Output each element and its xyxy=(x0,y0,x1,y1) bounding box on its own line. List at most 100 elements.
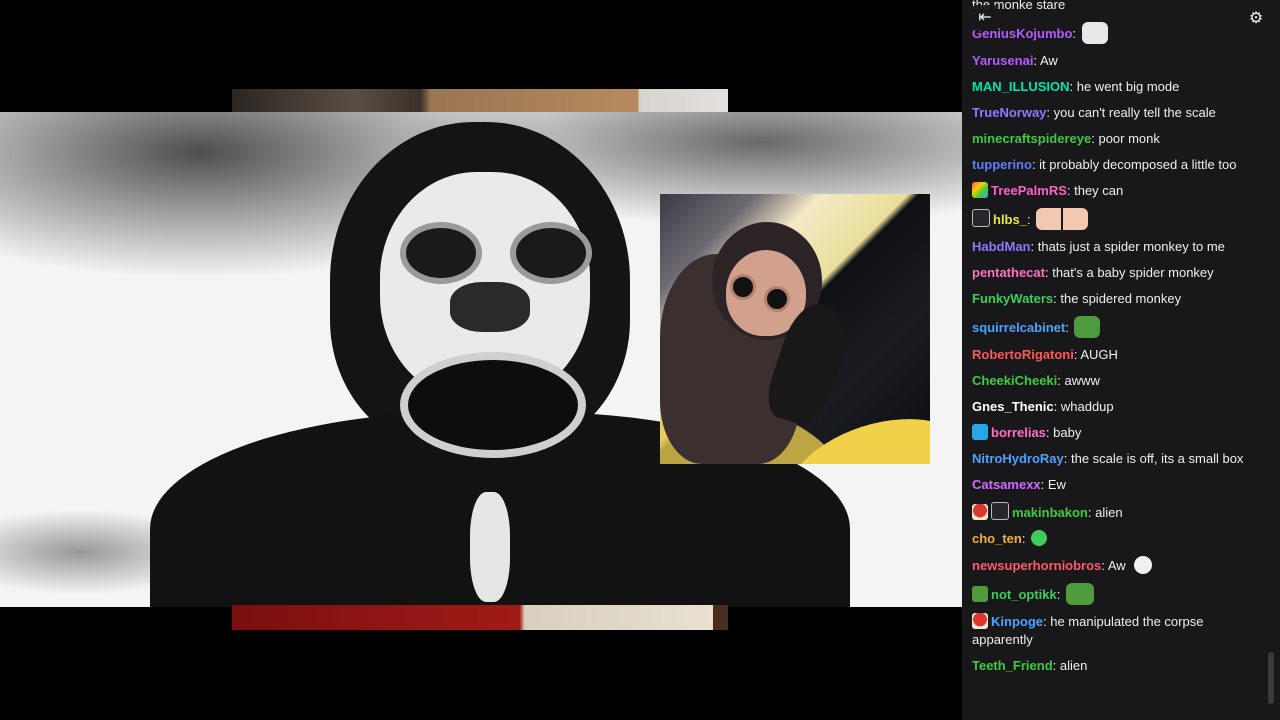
chat-separator: : xyxy=(1026,212,1035,227)
chat-separator: : xyxy=(1072,26,1080,41)
chat-message-text: the scale is off, its a small box xyxy=(1070,451,1244,466)
emote-skull-icon[interactable] xyxy=(1133,556,1152,574)
chat-message: hlbs_: xyxy=(972,204,1254,234)
chat-username[interactable]: pentathecat xyxy=(972,265,1045,280)
chat-username[interactable]: not_optikk xyxy=(991,587,1057,602)
emote-alien-icon[interactable] xyxy=(1031,530,1048,546)
chat-separator: : xyxy=(1063,451,1071,466)
chat-username[interactable]: tupperino xyxy=(972,157,1032,172)
chat-message-text: thats just a spider monkey to me xyxy=(1037,239,1225,254)
chat-username[interactable]: TreePalmRS xyxy=(991,183,1067,198)
chat-separator: : xyxy=(1069,79,1077,94)
chat-message-list[interactable]: the monke stare GeniusKojumbo: Yarusenai… xyxy=(972,0,1254,679)
chat-message: Teeth_Friend: alien xyxy=(972,653,1254,679)
chat-message: HabdMan: thats just a spider monkey to m… xyxy=(972,234,1254,260)
chat-username[interactable]: CheekiCheeki xyxy=(972,373,1057,388)
chat-separator: : xyxy=(1046,105,1054,120)
chat-message: TrueNorway: you can't really tell the sc… xyxy=(972,100,1254,126)
chat-username[interactable]: Yarusenai xyxy=(972,53,1033,68)
gear-icon: ⚙ xyxy=(1248,10,1264,27)
emote-sheep-icon[interactable] xyxy=(1081,22,1108,44)
chat-message-text: you can't really tell the scale xyxy=(1053,105,1216,120)
chat-message-text: alien xyxy=(1059,658,1088,673)
chat-message: GeniusKojumbo: xyxy=(972,18,1254,48)
chat-message-text: they can xyxy=(1074,183,1124,198)
chat-message: Yarusenai: Aw xyxy=(972,48,1254,74)
video-player[interactable] xyxy=(0,0,962,720)
chat-username[interactable]: Kinpoge xyxy=(991,614,1043,629)
chat-settings-button[interactable]: ⚙ xyxy=(1243,6,1269,32)
chat-username[interactable]: TrueNorway xyxy=(972,105,1046,120)
badge-slash-icon[interactable] xyxy=(972,209,990,227)
chat-message-text: baby xyxy=(1053,425,1082,440)
chat-message: tupperino: it probably decomposed a litt… xyxy=(972,152,1254,178)
chat-username[interactable]: borrelias xyxy=(991,425,1046,440)
chat-message: minecraftspidereye: poor monk xyxy=(972,126,1254,152)
collapse-arrow-icon: ⇤ xyxy=(978,9,992,26)
chat-username[interactable]: cho_ten xyxy=(972,531,1022,546)
chat-username[interactable]: makinbakon xyxy=(1012,505,1088,520)
chat-separator: : xyxy=(1087,505,1096,520)
collapse-chat-button[interactable]: ⇤ xyxy=(972,5,998,31)
emote-faces-icon[interactable] xyxy=(1036,208,1089,230)
chat-message: FunkyWaters: the spidered monkey xyxy=(972,286,1254,312)
chat-message: TreePalmRS: they can xyxy=(972,178,1254,204)
chat-separator: : xyxy=(1040,477,1048,492)
chat-scrollbar[interactable] xyxy=(1268,652,1274,704)
chat-message-text: Aw xyxy=(1039,53,1058,68)
chat-username[interactable]: Teeth_Friend xyxy=(972,658,1053,673)
chat-message: CheekiCheeki: awww xyxy=(972,368,1254,394)
baby-monkey-inset-image xyxy=(660,194,930,464)
chat-message-text: awww xyxy=(1064,373,1100,388)
chat-message: newsuperhorniobros: Aw xyxy=(972,552,1254,579)
emote-pepe-icon[interactable] xyxy=(1065,583,1094,605)
emote-pepe-small-icon[interactable] xyxy=(1074,316,1101,338)
chat-message-partial: the monke stare xyxy=(972,0,1254,18)
badge-pepe-icon[interactable] xyxy=(972,586,988,602)
chat-message-text: poor monk xyxy=(1098,131,1160,146)
chat-message-text: whaddup xyxy=(1060,399,1114,414)
chat-message: squirrelcabinet: xyxy=(972,312,1254,342)
chat-message: borrelias: baby xyxy=(972,420,1254,446)
chat-username[interactable]: FunkyWaters xyxy=(972,291,1053,306)
chat-username[interactable]: Catsamexx xyxy=(972,477,1041,492)
chat-message-text: that's a baby spider monkey xyxy=(1052,265,1214,280)
chat-username[interactable]: newsuperhorniobros xyxy=(972,558,1101,573)
chat-message: Gnes_Thenic: whaddup xyxy=(972,394,1254,420)
chat-message: not_optikk: xyxy=(972,579,1254,609)
chat-message: RobertoRigatoni: AUGH xyxy=(972,342,1254,368)
chat-username[interactable]: RobertoRigatoni xyxy=(972,347,1074,362)
chat-username[interactable]: squirrelcabinet xyxy=(972,320,1065,335)
chat-username[interactable]: Gnes_Thenic xyxy=(972,399,1054,414)
chat-separator: : xyxy=(1065,320,1073,335)
chat-message: NitroHydroRay: the scale is off, its a s… xyxy=(972,446,1254,472)
chat-separator: : xyxy=(1056,587,1064,602)
chat-message: Kinpoge: he manipulated the corpse appar… xyxy=(972,609,1254,653)
chat-username[interactable]: minecraftspidereye xyxy=(972,131,1091,146)
chat-message-text: Ew xyxy=(1047,477,1066,492)
chat-message-text: AUGH xyxy=(1080,347,1118,362)
badge-mushroom-icon[interactable] xyxy=(972,504,988,520)
chat-username[interactable]: hlbs_ xyxy=(993,212,1027,227)
chat-username[interactable]: MAN_ILLUSION xyxy=(972,79,1070,94)
badge-crown-icon[interactable] xyxy=(972,424,988,440)
chat-message: cho_ten: xyxy=(972,526,1254,552)
chat-separator: : xyxy=(1021,531,1030,546)
chat-message-text: the spidered monkey xyxy=(1060,291,1182,306)
chat-message-text: he went big mode xyxy=(1076,79,1180,94)
chat-separator: : xyxy=(1052,658,1060,673)
chat-message-text: it probably decomposed a little too xyxy=(1039,157,1237,172)
badge-colorful-icon[interactable] xyxy=(972,182,988,198)
chat-username[interactable]: HabdMan xyxy=(972,239,1031,254)
chat-username[interactable]: NitroHydroRay xyxy=(972,451,1064,466)
badge-mushroom-icon[interactable] xyxy=(972,613,988,629)
chat-separator: : xyxy=(1057,373,1065,388)
image-edge-bottom xyxy=(232,605,728,630)
badge-slash-icon[interactable] xyxy=(991,502,1009,520)
chat-message-text: alien xyxy=(1095,505,1123,520)
chat-message: makinbakon: alien xyxy=(972,498,1254,526)
chat-message: MAN_ILLUSION: he went big mode xyxy=(972,74,1254,100)
chat-separator: : xyxy=(1053,399,1061,414)
chat-message: pentathecat: that's a baby spider monkey xyxy=(972,260,1254,286)
image-edge-top xyxy=(232,89,728,113)
